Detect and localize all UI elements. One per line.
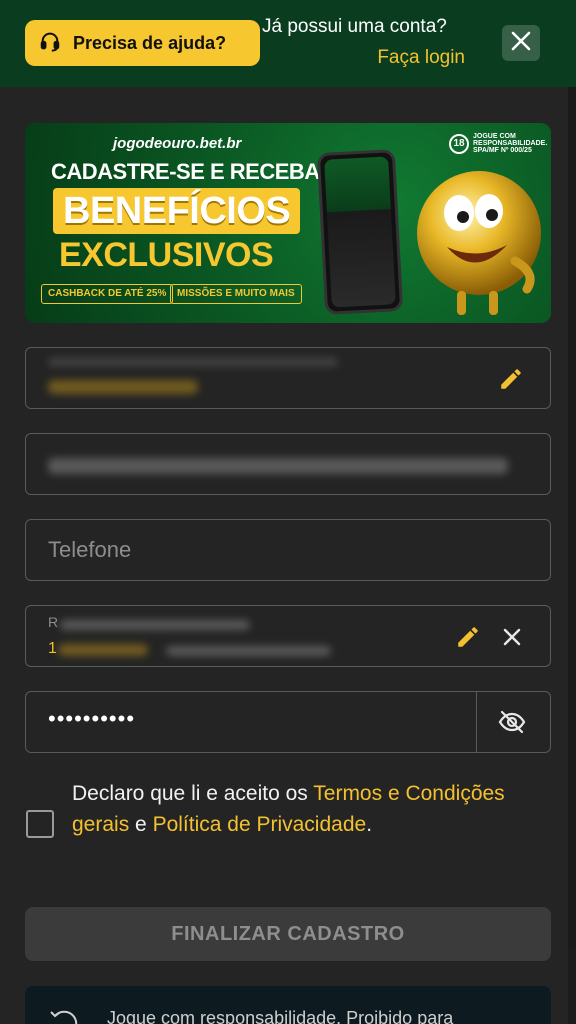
age-note: JOGUE COM RESPONSABILIDADE. SPA/MF Nº 00… [473,133,548,154]
eye-off-icon[interactable] [498,709,526,740]
address-field[interactable]: R 1 [25,605,551,667]
phone-image [316,149,404,315]
banner-exclusive: EXCLUSIVOS [59,236,274,274]
password-value: •••••••••• [48,706,136,731]
banner-headline: CADASTRE-SE E RECEBA [51,159,320,184]
phone-placeholder: Telefone [48,537,132,562]
divider [476,692,477,752]
help-button[interactable]: Precisa de ajuda? [25,20,260,66]
blurred-value [58,644,148,656]
responsible-text: Jogue com responsabilidade. Proibido par… [107,1008,454,1024]
clear-icon[interactable] [501,626,523,648]
email-field[interactable] [25,433,551,495]
account-question: Já possui uma conta? [262,16,447,37]
blurred-label [60,620,250,630]
responsible-gaming-box: Jogue com responsabilidade. Proibido par… [25,986,551,1024]
address-label: R [48,614,59,630]
missions-pill: MISSÕES E MUITO MAIS [170,284,302,304]
terms-checkbox[interactable] [26,810,54,838]
blurred-value [166,646,331,656]
scrollbar[interactable] [568,87,576,947]
help-label: Precisa de ajuda? [73,32,227,53]
terms-suffix: . [366,813,373,836]
blurred-value [48,458,508,474]
close-button[interactable] [502,25,540,61]
close-icon [510,30,532,57]
age-icon: 18 [449,133,469,154]
pencil-icon[interactable] [498,366,524,392]
terms-text: Declaro que li e aceito os Termos e Cond… [72,778,542,840]
headset-icon [39,30,61,57]
address-value: 1 [48,640,57,657]
name-field[interactable] [25,347,551,409]
blurred-label [48,358,338,366]
brand-logo: jogodeouro.bet.br [113,135,242,152]
cashback-pill: CASHBACK DE ATÉ 25% [41,284,174,304]
terms-middle: e [129,813,153,836]
pencil-icon[interactable] [455,624,481,650]
terms-prefix: Declaro que li e aceito os [72,782,314,805]
finalize-signup-button[interactable]: FINALIZAR CADASTRO [25,907,551,961]
age-restriction-icon [47,1006,81,1024]
phone-field[interactable]: Telefone [25,519,551,581]
password-field[interactable]: •••••••••• [25,691,551,753]
banner-benefits: BENEFÍCIOS [53,188,301,234]
promo-banner: jogodeouro.bet.br 18 JOGUE COM RESPONSAB… [25,123,551,323]
age-badge: 18 JOGUE COM RESPONSABILIDADE. SPA/MF Nº… [449,133,551,154]
top-bar: Precisa de ajuda? Já possui uma conta? F… [0,0,576,87]
login-link[interactable]: Faça login [377,47,465,69]
golden-ball-mascot [417,171,541,315]
blurred-value [48,380,198,394]
privacy-link[interactable]: Política de Privacidade [153,813,367,836]
